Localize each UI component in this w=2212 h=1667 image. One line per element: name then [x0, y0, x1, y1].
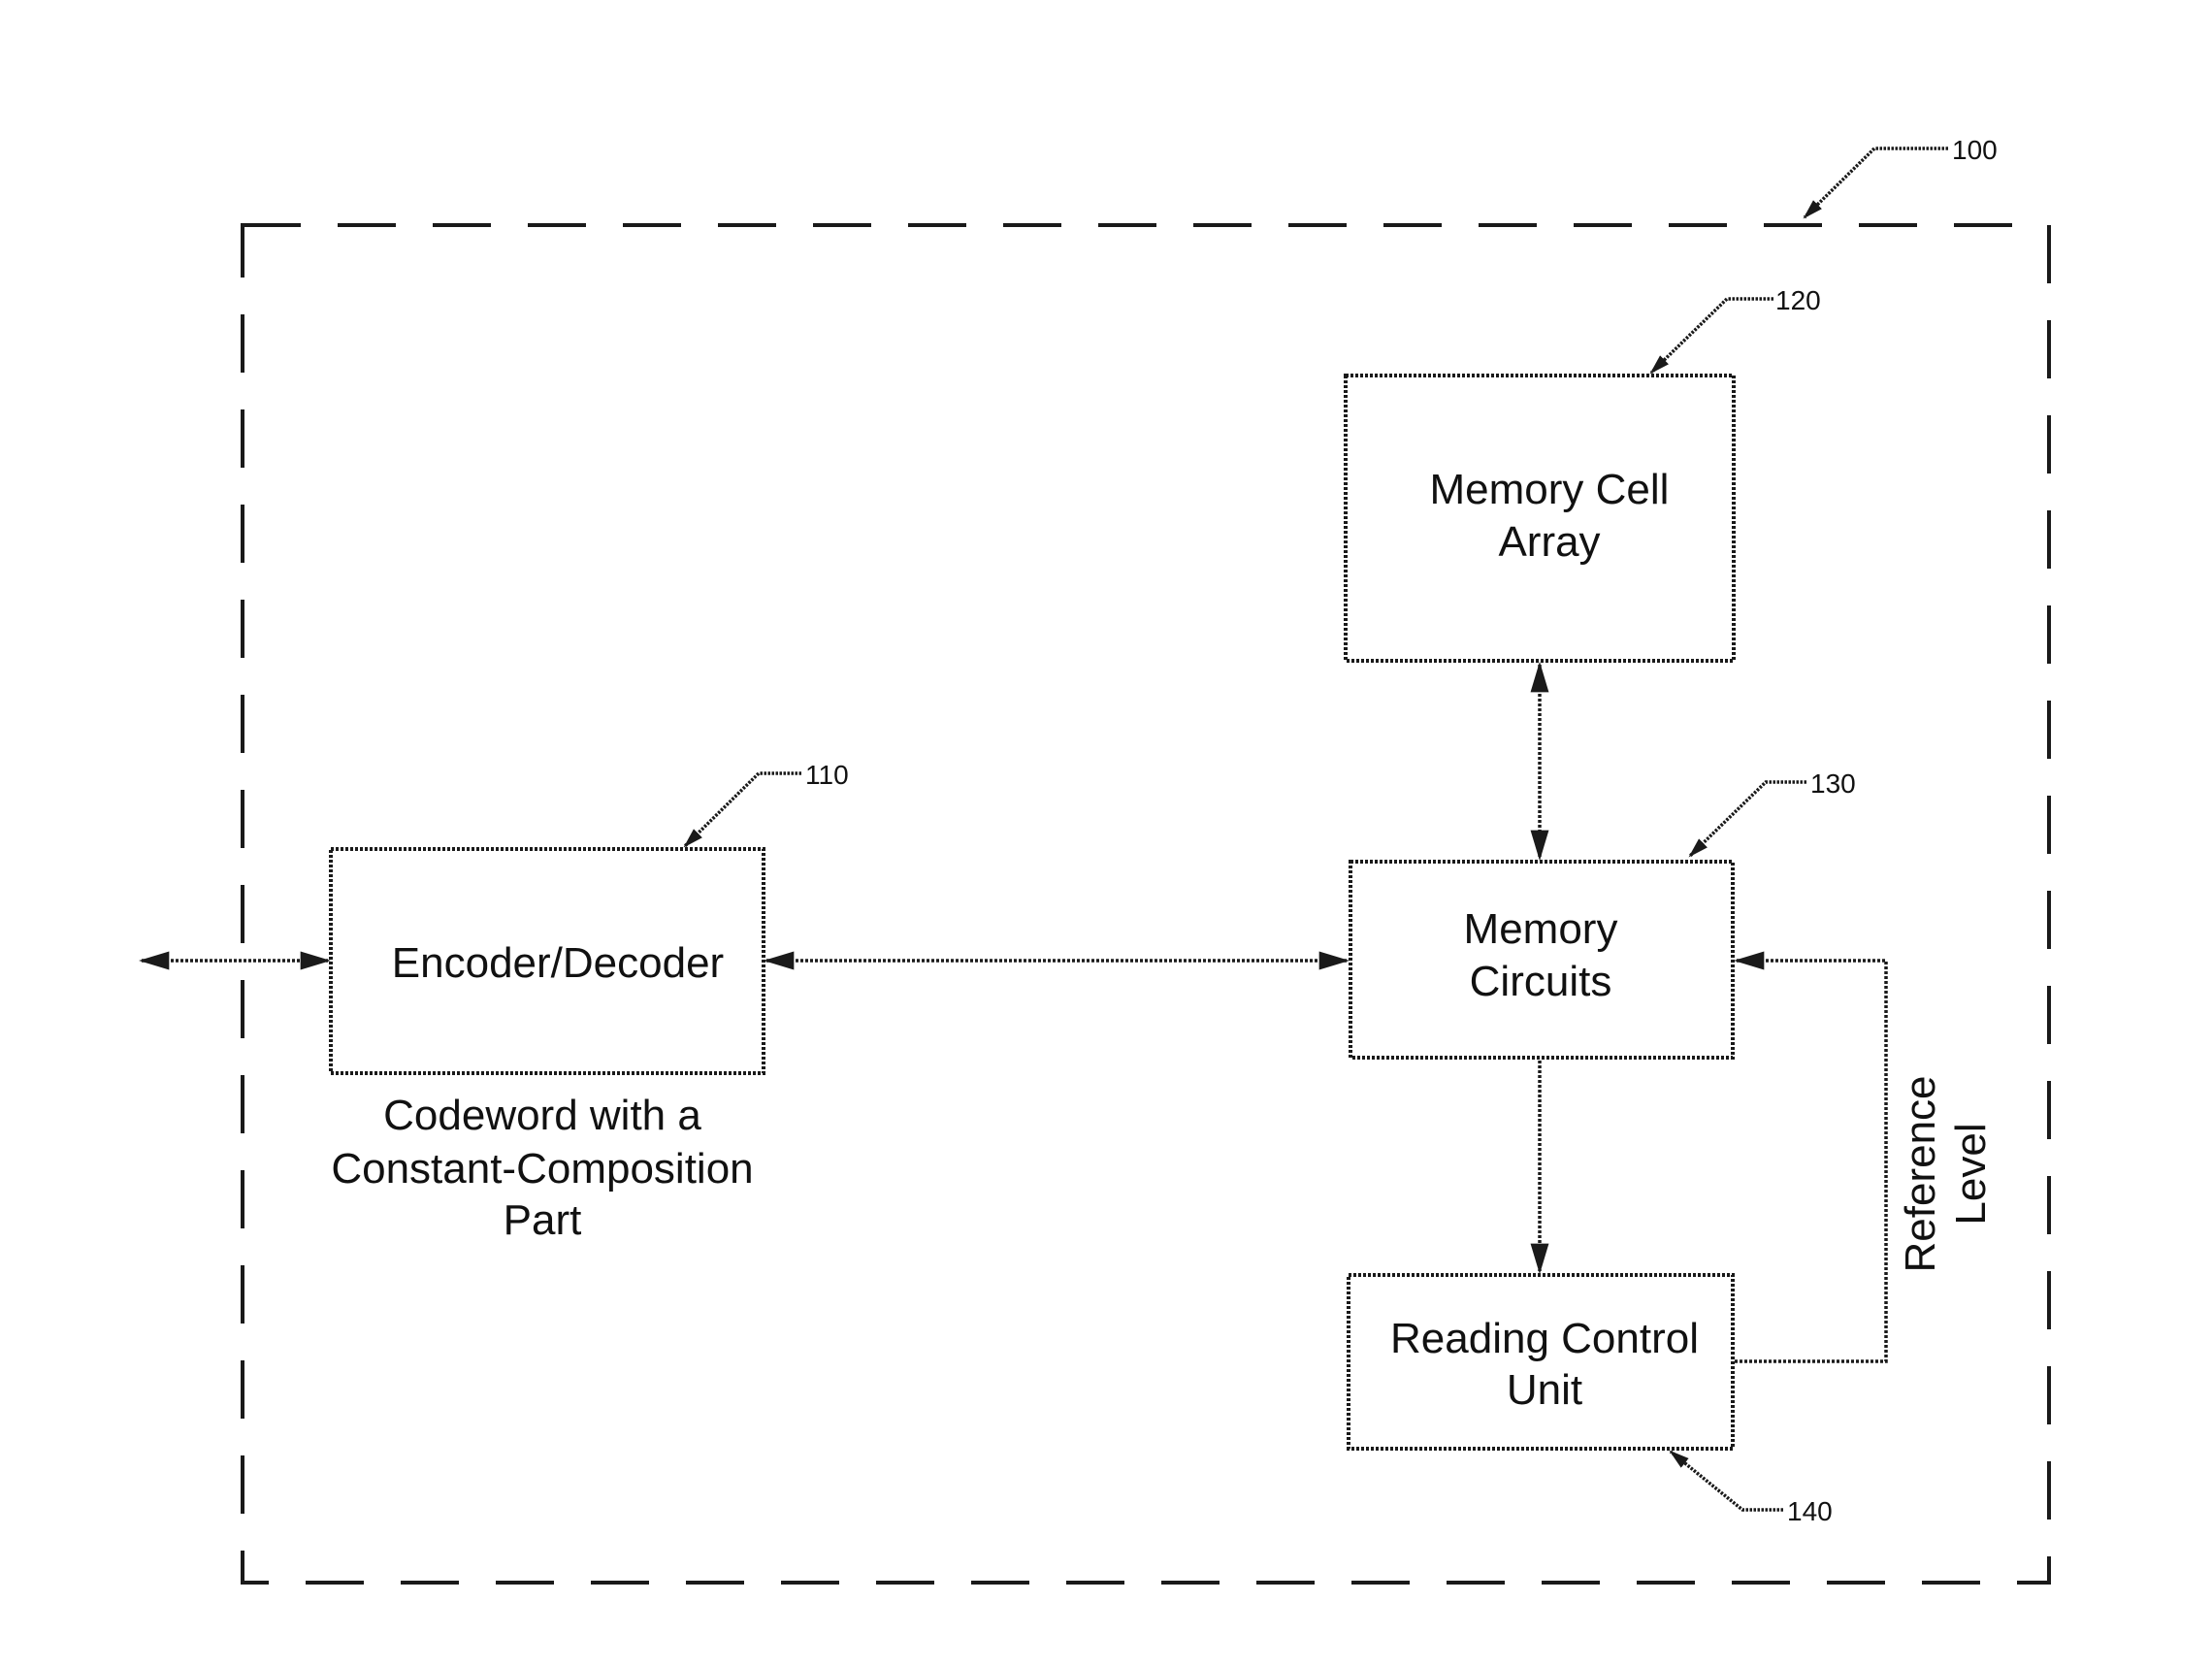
memory-cell-array-block: Memory Cell Array [1344, 374, 1736, 663]
encoder-decoder-label: Encoder/Decoder [392, 939, 724, 987]
reference-level-line-1: Reference [1897, 1075, 1944, 1272]
reading-control-unit-block: Reading Control Unit [1347, 1273, 1735, 1451]
block-diagram: 100 Memory Cell Array 120 Encoder/Decode… [138, 135, 2051, 1585]
ref-130: 130 [1810, 768, 1856, 799]
ref-100-leader: 100 [1803, 135, 1998, 219]
encoder-decoder-block: Encoder/Decoder [329, 847, 765, 1075]
memory-circuits-block: Memory Circuits [1349, 860, 1735, 1060]
reading-control-line-2: Unit [1507, 1366, 1582, 1414]
memory-circuits-line-1: Memory [1464, 905, 1618, 953]
ref-130-leader: 130 [1688, 768, 1856, 858]
codeword-annotation: Codeword with a Constant-Composition Par… [331, 1092, 753, 1244]
ref-120: 120 [1775, 285, 1821, 315]
memory-cell-array-line-2: Array [1498, 518, 1600, 566]
reference-level-line-2: Level [1947, 1123, 1995, 1225]
ref-120-leader: 120 [1649, 285, 1821, 375]
reference-level-label: Reference Level [1897, 1075, 1995, 1272]
reference-level-feedback-arrow [1733, 951, 1888, 1363]
reading-control-line-1: Reading Control [1390, 1315, 1699, 1362]
ref-110-leader: 110 [683, 760, 849, 848]
ref-140-leader: 140 [1669, 1450, 1833, 1526]
ref-110: 110 [805, 760, 849, 790]
memory-cell-array-line-1: Memory Cell [1430, 466, 1670, 513]
codeword-line-1: Codeword with a [383, 1092, 701, 1139]
codeword-line-3: Part [504, 1196, 582, 1244]
memory-circuits-line-2: Circuits [1470, 958, 1612, 1005]
codeword-line-2: Constant-Composition [331, 1145, 753, 1193]
ref-100: 100 [1952, 135, 1998, 165]
ref-140: 140 [1787, 1496, 1833, 1526]
